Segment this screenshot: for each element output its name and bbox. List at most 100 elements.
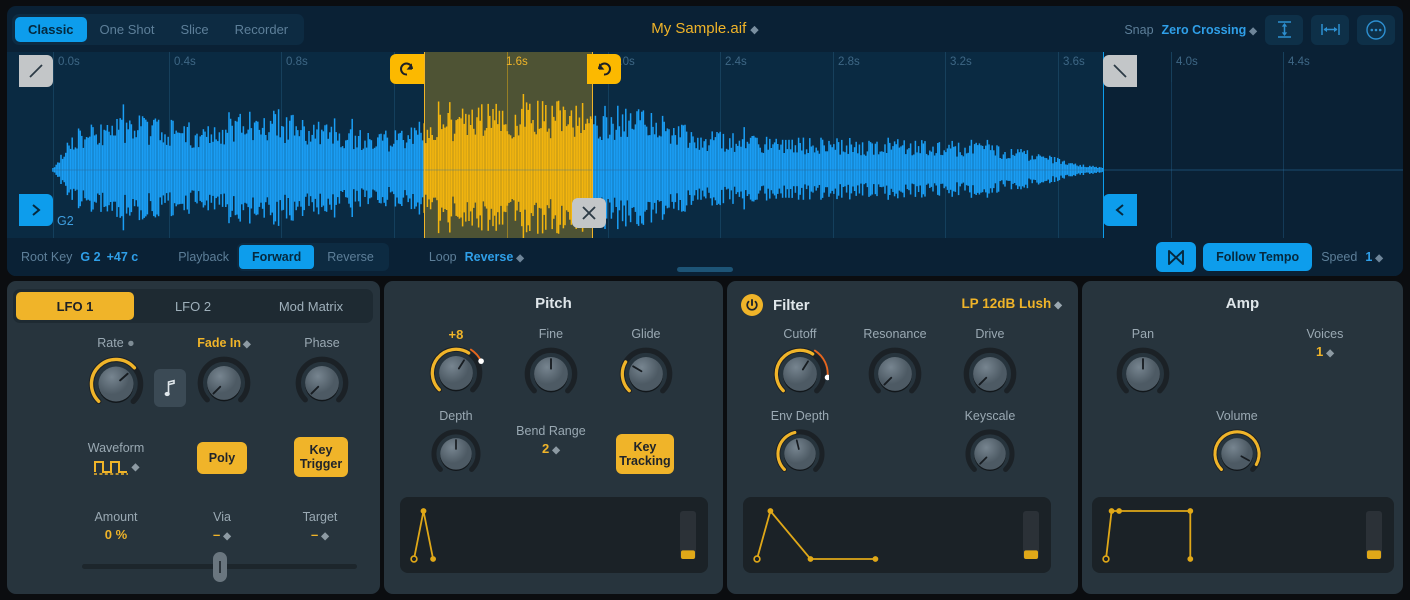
lfo-fade-in-label-text: Fade In	[197, 336, 241, 350]
filter-cutoff-label: Cutoff	[755, 327, 845, 341]
horizontal-fit-icon	[1320, 22, 1341, 37]
more-options-button[interactable]	[1357, 15, 1395, 45]
filter-env-depth-knob[interactable]	[773, 426, 827, 485]
loop-start-handle[interactable]	[390, 54, 424, 84]
amp-panel-title: Amp	[1082, 295, 1403, 312]
lfo-fade-in-label[interactable]: Fade In◆	[179, 336, 269, 350]
chevron-updown-icon: ◆	[1326, 348, 1334, 359]
pitch-key-tracking-button[interactable]: Key Tracking	[616, 434, 674, 474]
pitch-depth-control: Depth	[411, 409, 501, 485]
tab-mod-matrix[interactable]: Mod Matrix	[252, 292, 370, 320]
filter-cutoff-knob-graphic	[771, 344, 829, 402]
lfo-target-value[interactable]: –◆	[275, 527, 365, 542]
fit-horizontal-button[interactable]	[1311, 15, 1349, 45]
pitch-key-tracking-label: Key Tracking	[616, 440, 674, 468]
lfo-target-value-text: –	[311, 527, 318, 542]
lfo-key-trigger-button[interactable]: Key Trigger	[294, 437, 348, 477]
lfo-via-value[interactable]: –◆	[177, 527, 267, 542]
lfo-fade-in-knob[interactable]	[195, 353, 253, 416]
playback-reverse-button[interactable]: Reverse	[314, 245, 387, 269]
lfo-rate-label-text: Rate	[97, 336, 123, 350]
lfo-poly-button[interactable]: Poly	[197, 442, 247, 474]
chevron-updown-icon: ◆	[132, 462, 140, 473]
crossfade-icon	[579, 203, 599, 223]
tab-lfo-1[interactable]: LFO 1	[16, 292, 134, 320]
tab-lfo-2[interactable]: LFO 2	[134, 292, 252, 320]
lfo-phase-knob[interactable]	[293, 353, 351, 416]
header-right-controls: Snap Zero Crossing◆	[1124, 14, 1395, 45]
filter-cutoff-knob[interactable]	[771, 344, 829, 407]
lfo-via-value-text: –	[213, 527, 220, 542]
sample-editor-zone: Classic One Shot Slice Recorder My Sampl…	[7, 6, 1403, 276]
lfo-rate-control: Rate ●	[71, 336, 161, 418]
pitch-glide-label: Glide	[601, 327, 691, 341]
sample-end-handle[interactable]	[1103, 194, 1137, 226]
pitch-envelope-graphic	[400, 497, 708, 573]
pitch-fine-knob[interactable]	[522, 344, 580, 407]
horizontal-scroll-nub[interactable]	[677, 267, 733, 272]
crossfade-handle[interactable]	[572, 198, 606, 228]
vertical-zoom-button[interactable]	[1265, 15, 1303, 45]
filter-envelope-display[interactable]	[743, 497, 1051, 573]
lfo-amount-slider-thumb[interactable]	[213, 552, 227, 582]
playback-forward-button[interactable]: Forward	[239, 245, 314, 269]
lfo-rate-knob[interactable]	[86, 353, 146, 418]
fade-out-handle[interactable]	[1103, 55, 1137, 87]
pitch-glide-knob-graphic	[617, 344, 675, 402]
root-key-value[interactable]: G 2	[80, 250, 100, 264]
amp-volume-knob[interactable]	[1210, 426, 1264, 485]
snap-value[interactable]: Zero Crossing◆	[1162, 23, 1257, 37]
chevron-updown-icon: ◆	[516, 253, 524, 264]
loop-mode-value[interactable]: Reverse◆	[465, 250, 524, 264]
sample-start-handle[interactable]	[19, 194, 53, 226]
sample-title-text: My Sample.aif	[651, 20, 746, 37]
lfo-panel: LFO 1 LFO 2 Mod Matrix Rate ●	[7, 281, 380, 594]
pitch-coarse-knob[interactable]	[427, 343, 485, 406]
filter-drive-knob[interactable]	[961, 344, 1019, 407]
amp-voices-value[interactable]: 1◆	[1280, 344, 1370, 359]
ruler-tick-7: 2.8s	[833, 56, 860, 68]
pitch-panel: Pitch +8 Fine Glide Depth	[384, 281, 723, 594]
loop-start-icon	[398, 60, 416, 78]
loop-mode-text: Reverse	[465, 250, 514, 264]
chevron-updown-icon: ◆	[750, 24, 758, 36]
filter-cutoff-control: Cutoff	[755, 327, 845, 407]
fade-out-icon	[1111, 62, 1129, 80]
lfo-via-label: Via	[177, 510, 267, 524]
filter-power-button[interactable]	[741, 294, 763, 316]
lfo-waveform-value[interactable]: ◆	[70, 458, 162, 475]
amp-envelope-display[interactable]	[1092, 497, 1394, 573]
ruler-tick-6: 2.4s	[720, 56, 747, 68]
lfo-target-label: Target	[275, 510, 365, 524]
pitch-depth-knob[interactable]	[429, 426, 483, 485]
lfo-amount-value[interactable]: 0 %	[70, 527, 162, 542]
playback-direction-group: Forward Reverse	[237, 243, 389, 271]
filter-drive-label: Drive	[945, 327, 1035, 341]
filter-type-selector[interactable]: LP 12dB Lush◆	[961, 296, 1061, 311]
ruler-tick-2: 0.8s	[281, 56, 308, 68]
loop-end-handle[interactable]	[587, 54, 621, 84]
amp-pan-knob[interactable]	[1114, 344, 1172, 407]
pitch-bend-range-value[interactable]: 2◆	[501, 441, 601, 456]
filter-panel-title: Filter	[773, 297, 810, 314]
flex-time-button[interactable]	[1156, 242, 1196, 272]
lfo-phase-control: Phase	[277, 336, 367, 416]
root-key-tag: G2	[57, 214, 74, 228]
pitch-fine-label: Fine	[506, 327, 596, 341]
time-ruler[interactable]: 0.0s 0.4s 0.8s 1.2s 1.6s 2.0s 2.4s 2.8s …	[7, 52, 1403, 82]
chevron-updown-icon: ◆	[552, 445, 560, 456]
filter-keyscale-knob[interactable]	[963, 426, 1017, 485]
chevron-right-icon	[28, 202, 44, 218]
pitch-envelope-display[interactable]	[400, 497, 708, 573]
pitch-depth-label: Depth	[411, 409, 501, 423]
filter-resonance-knob[interactable]	[866, 344, 924, 407]
lfo-amount-control: Amount 0 %	[70, 510, 162, 542]
fade-in-handle[interactable]	[19, 55, 53, 87]
follow-tempo-button[interactable]: Follow Tempo	[1203, 243, 1312, 271]
filter-resonance-control: Resonance	[850, 327, 940, 407]
root-key-cents[interactable]: +47 c	[107, 250, 139, 264]
pitch-glide-knob[interactable]	[617, 344, 675, 407]
waveform-display[interactable]: 0.0s 0.4s 0.8s 1.2s 1.6s 2.0s 2.4s 2.8s …	[7, 52, 1403, 238]
speed-value[interactable]: 1◆	[1365, 250, 1383, 264]
amp-voices-control: Voices 1◆	[1280, 327, 1370, 359]
